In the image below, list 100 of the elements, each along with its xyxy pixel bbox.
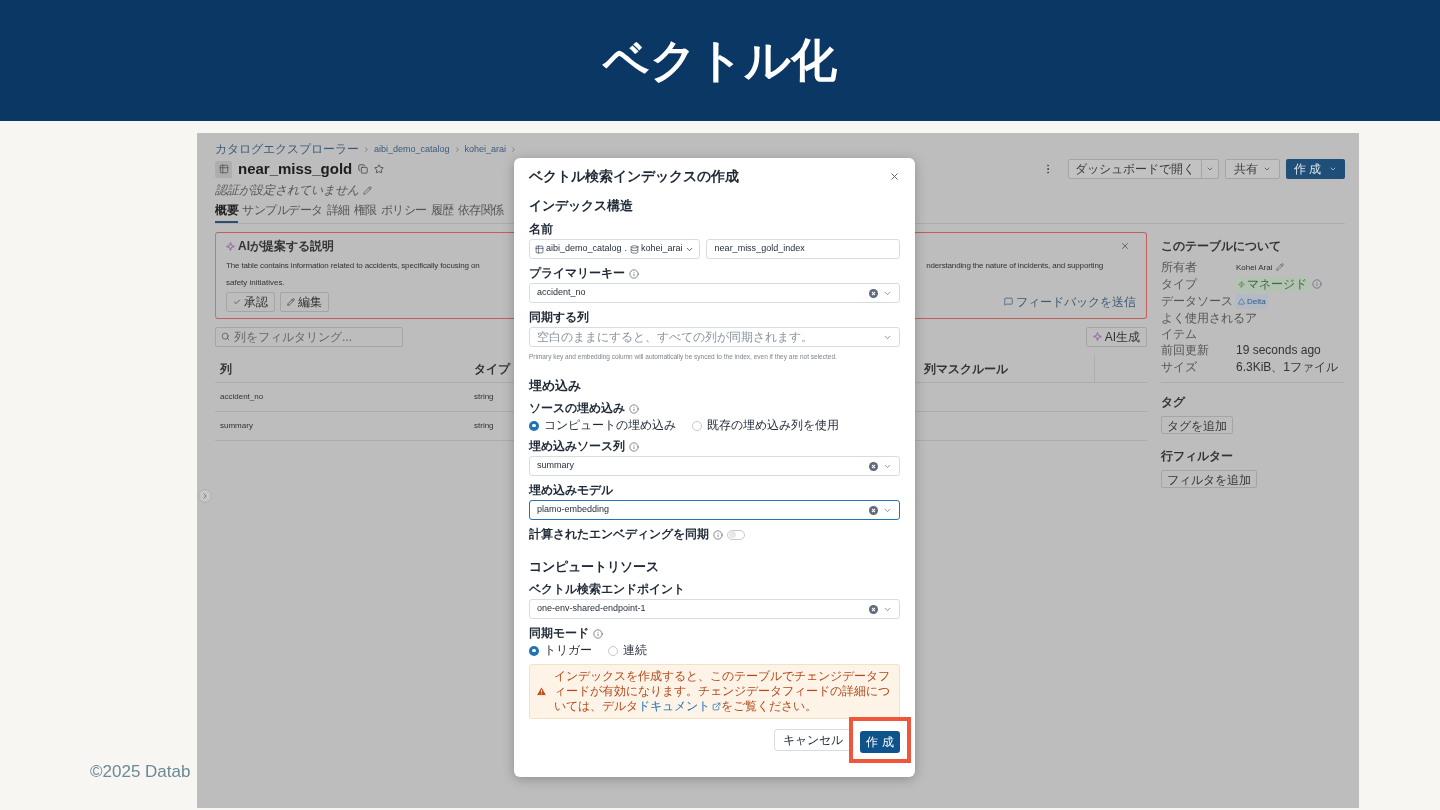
approve-button[interactable]: 承認 [226,291,275,312]
share-button[interactable]: 共有 [1224,159,1280,179]
owner-name: Kohei Arai [1236,261,1273,274]
pencil-icon [287,297,295,306]
tab[interactable]: ポリシー [380,202,427,223]
add-tag-button[interactable]: タグを追加 [1161,415,1233,434]
open-dashboard-label[interactable]: ダッシュボードで開く [1068,160,1202,178]
field-label: 埋め込みソース列 [529,439,625,454]
column-header: タイプ [474,361,510,376]
radio-label: 連続 [623,643,647,658]
field-label: 埋め込みモデル [529,483,613,498]
cancel-button[interactable]: キャンセル [774,729,852,751]
catalog-schema-select[interactable]: aibi_demo_catalog . kohei_arai [529,239,700,259]
search-icon [221,332,230,341]
column-header: 列マスクルール [924,361,1008,376]
breadcrumb-link[interactable]: aibi_demo_catalog [374,142,450,156]
open-dashboard-split-button[interactable]: ダッシュボードで開く [1067,159,1219,179]
radio-label: 既存の埋め込み列を使用 [707,418,839,433]
clear-icon[interactable] [869,288,878,298]
endpoint-select[interactable]: one-env-shared-endpoint-1 [529,599,900,619]
radio-button[interactable] [608,645,618,656]
edit-button[interactable]: 編集 [280,291,329,312]
embedding-model-select[interactable]: plamo-embedding [529,500,900,520]
create-menu-button[interactable]: 作 成 [1285,159,1345,179]
field-label: 同期する列 [529,310,589,325]
check-icon [233,297,241,306]
star-icon[interactable] [374,164,385,175]
managed-badge: マネージド [1236,276,1309,292]
section-heading: 埋め込み [529,378,581,393]
property-value: 6.3KiB、1ファイル [1236,359,1339,375]
sidebar-heading: タグ [1161,394,1185,409]
create-button[interactable]: 作 成 [860,731,900,753]
column-header: 列 [220,361,232,376]
certification-status: 認証が設定されていません [215,182,359,198]
sidebar-heading: 行フィルター [1161,448,1233,463]
tab[interactable]: 詳細 [326,202,350,223]
clear-icon[interactable] [869,604,878,614]
copyright-text: ©2025 Datab [90,760,192,783]
feedback-link[interactable]: フィードバックを送信 [1004,292,1136,311]
tab[interactable]: 依存関係 [457,202,504,223]
property-label: 前回更新 [1161,342,1209,358]
sparkle-icon [226,241,235,251]
toggle-switch[interactable] [727,529,745,540]
radio-button[interactable] [692,420,702,431]
delta-badge: Delta [1236,293,1268,309]
info-icon [1312,279,1322,289]
table-icon [218,164,229,175]
info-icon [629,403,639,414]
description-text: The table contains information related to accidents, specifically focusing on [226,259,480,272]
breadcrumb-link[interactable]: kohei_arai [464,142,507,156]
section-heading: インデックス構造 [529,198,633,213]
info-icon [593,628,603,639]
clear-icon[interactable] [869,461,878,471]
field-label: ベクトル検索エンドポイント [529,582,685,597]
dialog-title: ベクトル検索インデックスの作成 [529,167,739,185]
property-value: 19 seconds ago [1236,342,1321,358]
ai-generate-button[interactable]: AI生成 [1085,326,1147,347]
description-text: nderstanding the nature of incidents, and supporting [926,259,1103,272]
chevron-icon [1262,165,1271,173]
breadcrumb-chevron-icon [510,145,518,153]
clear-icon[interactable] [869,505,878,515]
index-name-field[interactable]: near_miss_gold_index [705,239,900,259]
property-label: サイズ [1161,359,1197,375]
chevron-right-icon [201,492,209,500]
add-filter-button[interactable]: フィルタを追加 [1161,469,1257,488]
radio-button[interactable] [529,420,539,431]
table-cell: string [474,391,494,401]
property-label: よく使用されるア [1161,310,1257,326]
source-column-select[interactable]: summary [529,456,900,476]
breadcrumb-chevron-icon [363,145,370,153]
edit-icon[interactable] [363,185,372,195]
field-label: ソースの埋め込み [529,401,625,416]
table-cell: summary [220,420,253,430]
close-icon[interactable] [889,170,900,182]
tab[interactable]: 履歴 [430,202,454,223]
edit-icon[interactable] [1276,263,1285,271]
radio-button[interactable] [529,645,539,656]
card-title: AIが提案する説明 [238,238,334,254]
chevron-icon [1329,165,1337,173]
sparkle-icon [1092,332,1102,341]
radio-label: コンピュートの埋め込み [544,418,676,433]
schema-icon [630,244,640,254]
catalog-icon [535,244,544,254]
primary-key-select[interactable]: accident_no [529,283,900,303]
tab[interactable]: 権限 [353,202,377,223]
separator-dot: . [624,242,628,256]
documentation-link[interactable]: ドキュメント [638,699,721,714]
toggle-label: 計算されたエンベディングを同期 [529,527,709,542]
page-title: near_miss_gold [238,159,353,179]
breadcrumb-link[interactable]: カタログエクスプローラー [215,142,359,156]
warning-text: インデックスを作成すると、このテーブルでチェンジデータフィードが有効になります。チェンジデータフィードの詳細については、デルタ ドキュメント をご覧ください。 [554,669,891,714]
radio-label: トリガー [544,643,592,658]
lightning-icon [1238,280,1245,288]
chevron-icon[interactable] [1205,165,1214,173]
sync-columns-select[interactable]: 空白のままにすると、すべての列が同期されます。 [529,327,900,347]
close-icon[interactable] [1120,241,1130,251]
tab[interactable]: 概要 [215,202,238,223]
tab[interactable]: サンプルデータ [242,202,323,223]
table-cell: accident_no [220,391,264,401]
copy-icon[interactable] [358,164,369,175]
